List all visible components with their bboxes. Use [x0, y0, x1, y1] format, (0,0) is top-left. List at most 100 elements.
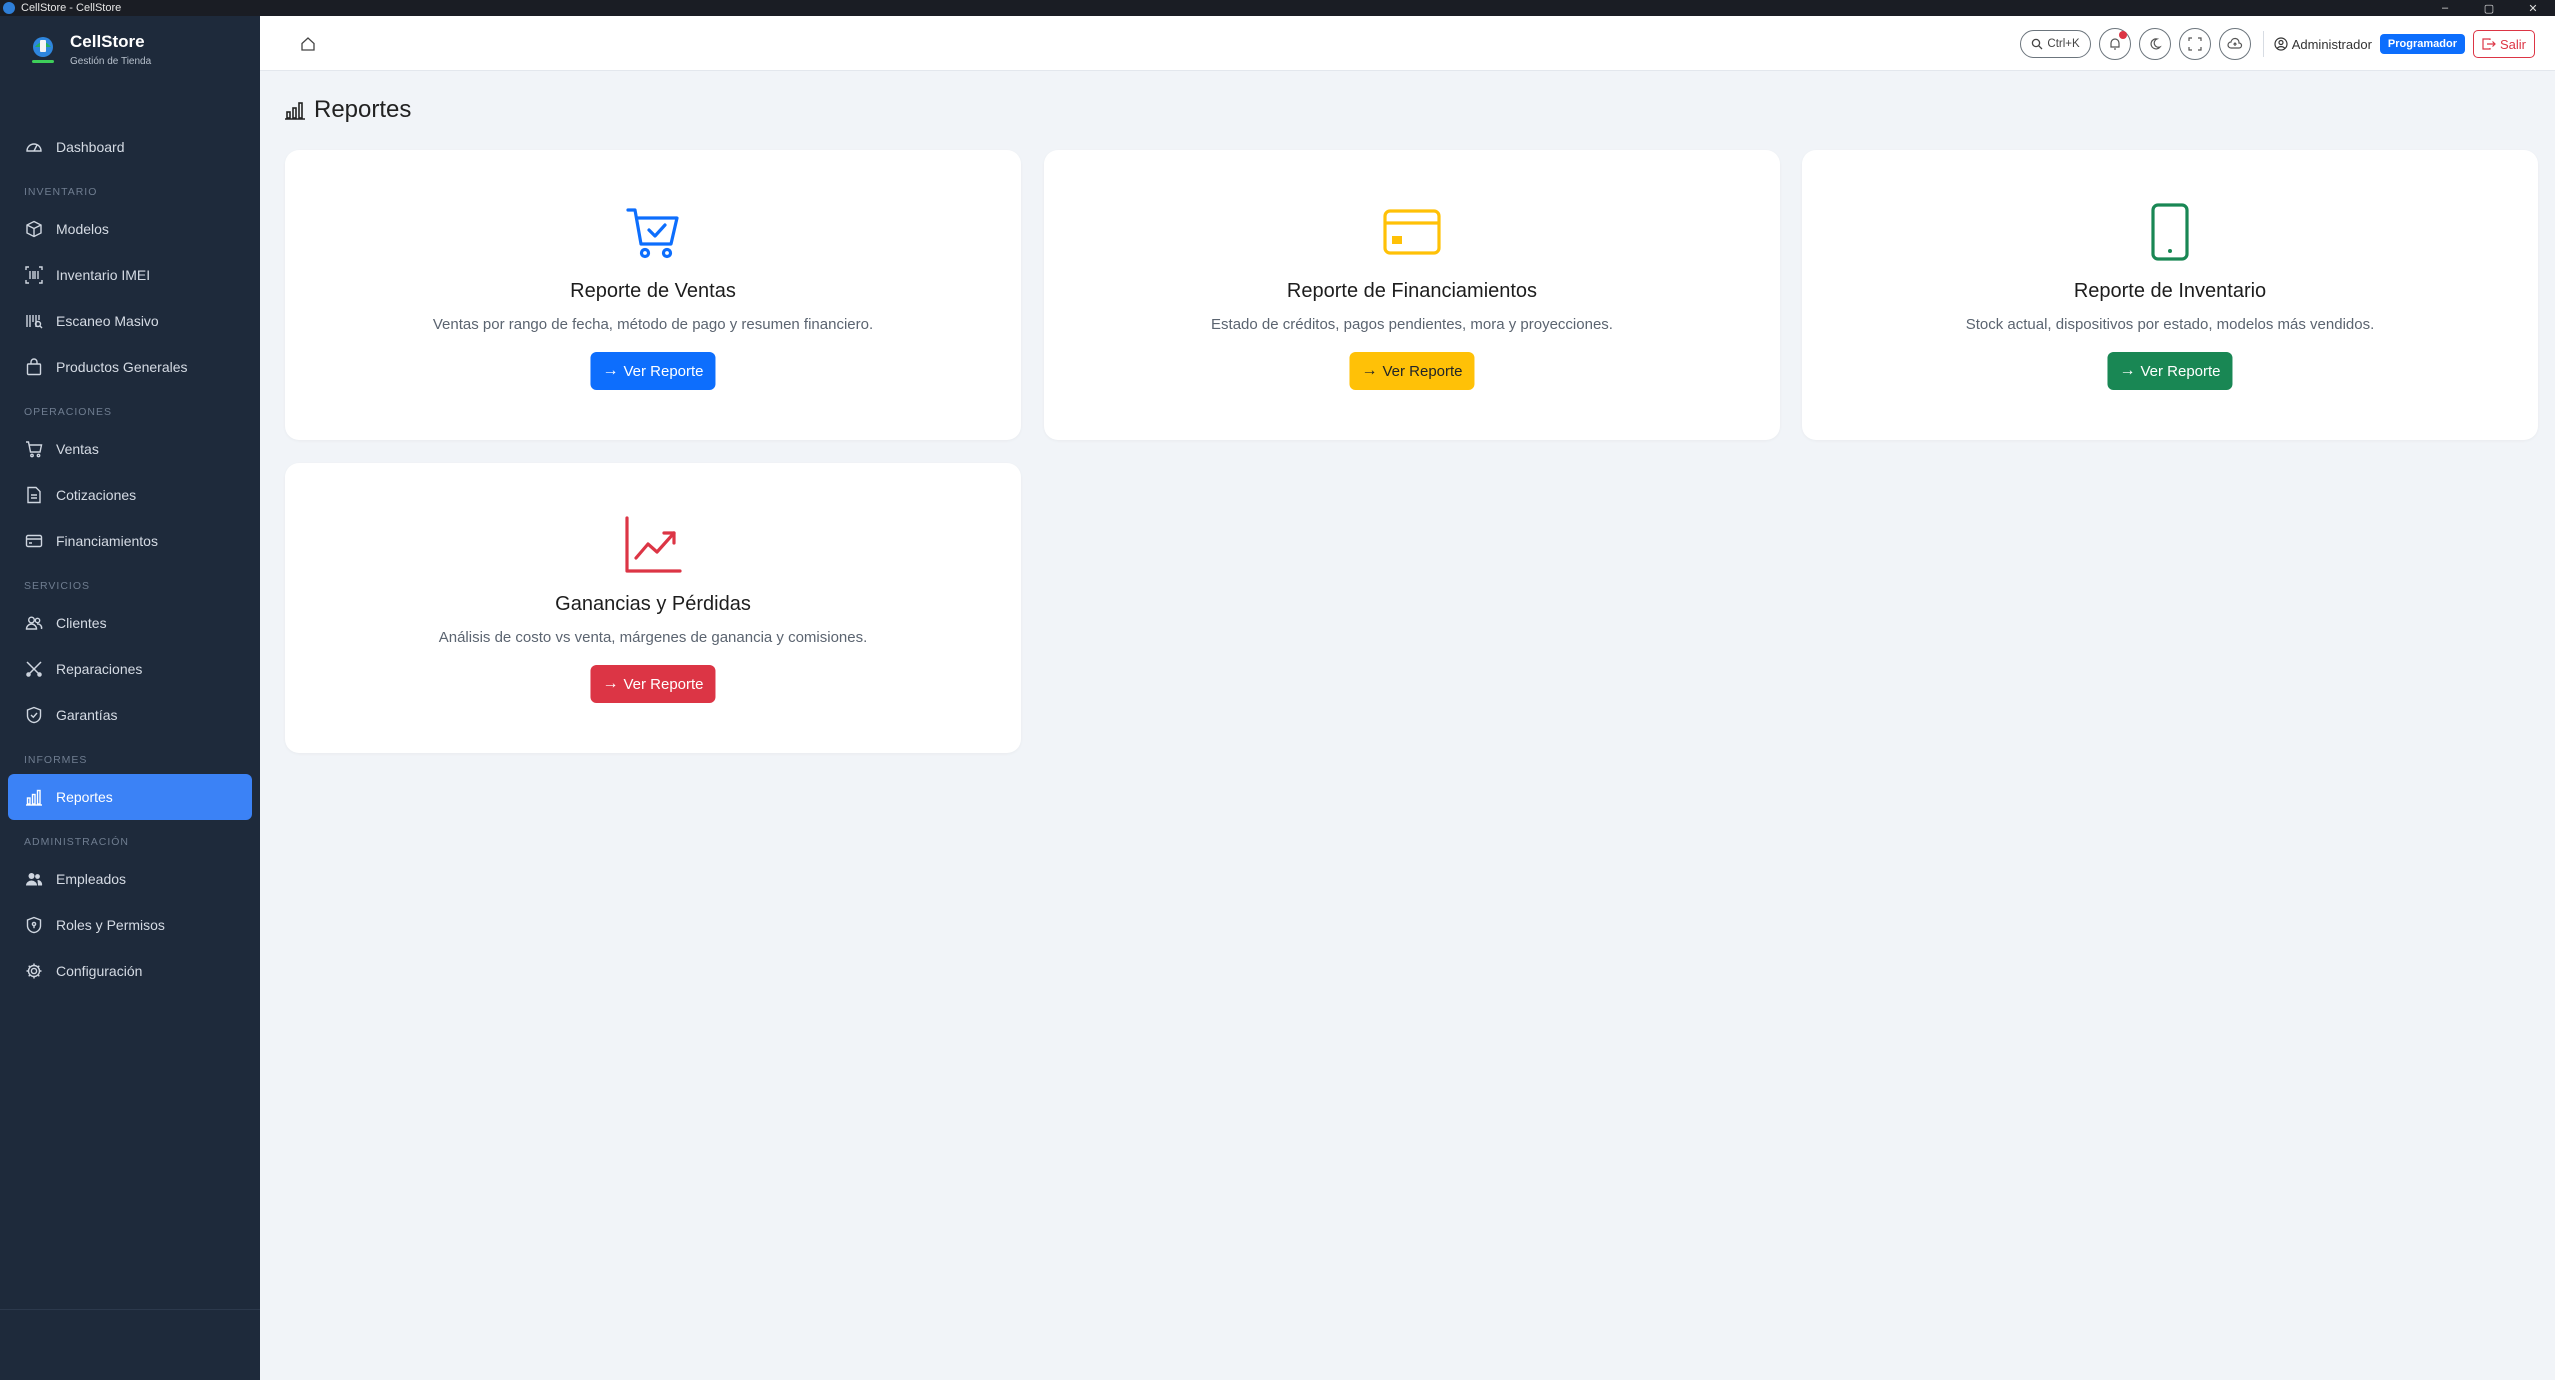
notification-dot — [2118, 31, 2127, 39]
sidebar-item-garantias[interactable]: Garantías — [8, 692, 252, 738]
maximize-button[interactable]: ▢ — [2467, 0, 2511, 16]
search-icon — [2032, 38, 2043, 50]
sidebar-nav: Dashboard INVENTARIO Modelos Inventario IME… — [0, 82, 260, 994]
sidebar-item-label: Clientes — [56, 615, 107, 631]
user-name: Administrador — [2291, 36, 2372, 52]
fullscreen-icon — [2188, 37, 2202, 51]
shield-check-icon — [24, 705, 44, 725]
home-icon[interactable] — [296, 32, 320, 56]
sidebar-item-label: Reportes — [56, 789, 113, 805]
card-title: Reporte de Inventario — [2073, 280, 2267, 302]
command-search-button[interactable]: Ctrl+K — [2020, 30, 2091, 58]
bar-chart-icon — [285, 102, 305, 120]
sidebar-item-label: Dashboard — [56, 139, 125, 155]
report-card-reporte-de-ventas: Reporte de Ventas Ventas por rango de fec… — [285, 150, 1021, 440]
sidebar-item-label: Roles y Permisos — [56, 917, 165, 933]
sidebar-item-label: Productos Generales — [56, 359, 188, 375]
report-card-reporte-de-inventario: Reporte de Inventario Stock actual, dispo… — [1802, 150, 2538, 440]
page-title-text: Reportes — [314, 96, 412, 123]
sidebar-item-label: Cotizaciones — [56, 487, 137, 503]
credit-card-icon — [1382, 202, 1442, 262]
gear-icon — [24, 961, 44, 981]
brand-subtitle: Gestión de Tienda — [70, 55, 152, 67]
card-title: Ganancias y Pérdidas — [555, 593, 751, 615]
report-card-ganancias-y-perdidas: Ganancias y Pérdidas Análisis de costo vs… — [285, 463, 1021, 753]
user-circle-icon — [2274, 37, 2288, 51]
sidebar-item-escaneo-masivo[interactable]: Escaneo Masivo — [8, 298, 252, 344]
sidebar-item-label: Empleados — [56, 871, 127, 887]
sidebar-divider — [0, 1309, 260, 1310]
sidebar-item-label: Financiamientos — [56, 533, 158, 549]
user-menu[interactable]: Administrador — [2274, 37, 2372, 52]
box-icon — [24, 219, 44, 239]
sidebar-item-roles-y-permisos[interactable]: Roles y Permisos — [8, 902, 252, 948]
sidebar-item-label: Garantías — [56, 707, 118, 723]
sidebar-item-label: Inventario IMEI — [56, 267, 151, 283]
sidebar-item-modelos[interactable]: Modelos — [8, 206, 252, 252]
credit-card-icon — [24, 531, 44, 551]
brand-name: CellStore — [70, 31, 145, 51]
barcode-icon — [24, 265, 44, 285]
window-titlebar: CellStore - CellStore – ▢ ✕ — [0, 0, 2555, 16]
cart-icon — [24, 439, 44, 459]
sidebar-item-reportes[interactable]: Reportes — [8, 774, 252, 820]
tools-icon — [24, 659, 44, 679]
bag-icon — [24, 357, 44, 377]
sidebar-section-inventario: INVENTARIO — [24, 186, 98, 198]
sidebar-item-financiamientos[interactable]: Financiamientos — [8, 518, 252, 564]
sidebar-item-inventario-imei[interactable]: Inventario IMEI — [8, 252, 252, 298]
view-report-button[interactable]: → Ver Reporte — [590, 352, 716, 390]
sidebar-item-cotizaciones[interactable]: Cotizaciones — [8, 472, 252, 518]
sidebar-section-administración: ADMINISTRACIÓN — [24, 836, 130, 848]
moon-icon — [2150, 38, 2162, 50]
sidebar-item-label: Ventas — [56, 441, 99, 457]
sidebar-item-label: Escaneo Masivo — [56, 313, 159, 329]
brand[interactable]: CellStore Gestión de Tienda — [0, 16, 260, 82]
view-report-button[interactable]: → Ver Reporte — [2107, 352, 2233, 390]
sidebar: CellStore Gestión de Tienda Dashboard INV… — [0, 16, 260, 1380]
view-report-label: Ver Reporte — [1382, 362, 1463, 380]
cloud-sync-button[interactable] — [2218, 28, 2251, 60]
top-header: Ctrl+K Administrador Programador Salir — [260, 16, 2555, 71]
cart-check-icon — [623, 202, 683, 262]
window-title: CellStore - CellStore — [21, 2, 122, 14]
arrow-right-icon: → — [2119, 362, 2136, 379]
view-report-button[interactable]: → Ver Reporte — [590, 665, 716, 703]
view-report-button[interactable]: → Ver Reporte — [1349, 352, 1475, 390]
sidebar-item-productos-generales[interactable]: Productos Generales — [8, 344, 252, 390]
notifications-button[interactable] — [2098, 28, 2131, 60]
role-badge: Programador — [2379, 34, 2465, 54]
view-report-label: Ver Reporte — [623, 362, 704, 380]
logout-icon — [2482, 38, 2496, 50]
theme-toggle-button[interactable] — [2138, 28, 2171, 60]
people-icon — [24, 613, 44, 633]
close-button[interactable]: ✕ — [2511, 0, 2555, 16]
sidebar-item-label: Configuración — [56, 963, 143, 979]
sidebar-item-dashboard[interactable]: Dashboard — [8, 124, 252, 170]
sidebar-item-empleados[interactable]: Empleados — [8, 856, 252, 902]
people-fill-icon — [24, 869, 44, 889]
sidebar-item-label: Reparaciones — [56, 661, 143, 677]
sidebar-section-operaciones: OPERACIONES — [24, 406, 113, 418]
card-description: Análisis de costo vs venta, márgenes de … — [438, 629, 868, 646]
view-report-label: Ver Reporte — [2140, 362, 2221, 380]
sidebar-item-ventas[interactable]: Ventas — [8, 426, 252, 472]
sidebar-item-clientes[interactable]: Clientes — [8, 600, 252, 646]
sidebar-section-servicios: SERVICIOS — [24, 580, 90, 592]
scan-icon — [24, 311, 44, 331]
sidebar-section-informes: INFORMES — [24, 754, 88, 766]
window-controls: – ▢ ✕ — [2423, 0, 2555, 16]
brand-logo-icon — [24, 30, 62, 68]
sidebar-item-configuracion[interactable]: Configuración — [8, 948, 252, 994]
arrow-right-icon: → — [602, 675, 619, 692]
graph-up-icon — [623, 515, 683, 575]
report-card-reporte-de-financiamientos: Reporte de Financiamientos Estado de créd… — [1044, 150, 1780, 440]
cloud-icon — [2227, 37, 2242, 49]
card-description: Ventas por rango de fecha, método de pag… — [432, 316, 874, 333]
sidebar-item-reparaciones[interactable]: Reparaciones — [8, 646, 252, 692]
fullscreen-button[interactable] — [2178, 28, 2211, 60]
logout-button[interactable]: Salir — [2472, 30, 2535, 58]
header-separator — [2262, 31, 2264, 57]
minimize-button[interactable]: – — [2423, 0, 2467, 16]
gauge-icon — [24, 137, 44, 157]
